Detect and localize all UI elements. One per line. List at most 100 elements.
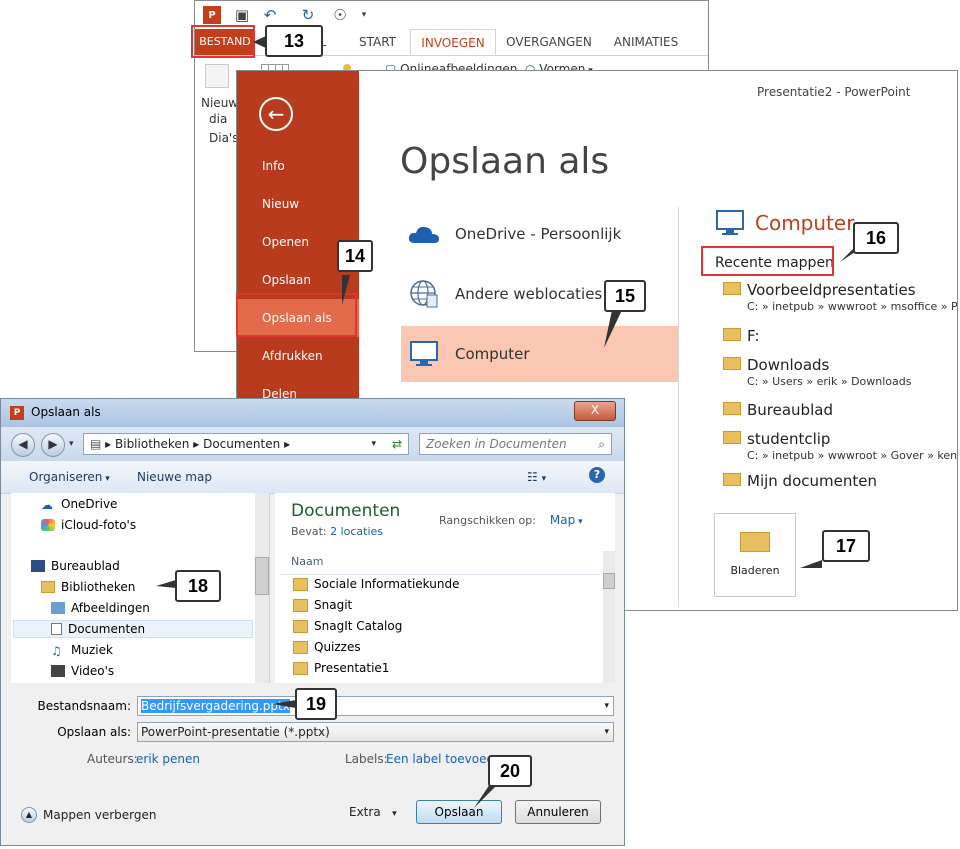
file-name: Snagit bbox=[314, 598, 353, 612]
extra-label: Extra bbox=[349, 805, 381, 819]
authors-value[interactable]: erik penen bbox=[136, 752, 200, 766]
recent-folder-item[interactable]: Downloads C: » Users » erik » Downloads bbox=[723, 356, 911, 388]
folder-icon bbox=[293, 619, 308, 633]
back-arrow-icon[interactable]: ◀ bbox=[11, 433, 35, 457]
tab-start[interactable]: START bbox=[350, 29, 405, 55]
search-icon: ⌕ bbox=[598, 437, 605, 451]
search-input[interactable]: Zoeken in Documenten ⌕ bbox=[419, 433, 612, 455]
extra-menu[interactable]: Extra ▾ bbox=[349, 805, 397, 819]
file-row[interactable]: Sociale Informatiekunde bbox=[293, 577, 459, 591]
cancel-button[interactable]: Annuleren bbox=[515, 800, 601, 824]
contains-label: Bevat: bbox=[291, 525, 327, 538]
sort-value[interactable]: Map bbox=[550, 513, 575, 527]
folder-icon bbox=[740, 532, 770, 552]
computer-title-icon bbox=[715, 209, 745, 237]
redo-icon[interactable]: ↻ bbox=[299, 6, 317, 24]
tab-invoegen[interactable]: INVOEGEN bbox=[410, 29, 496, 55]
tree-item-bibliotheken[interactable]: Bibliotheken bbox=[41, 580, 135, 594]
back-arrow-icon[interactable]: ← bbox=[259, 97, 293, 131]
file-list-pane: Documenten Bevat: 2 locaties Rangschikke… bbox=[275, 493, 615, 683]
hide-folders-toggle[interactable]: ▲ Mappen verbergen bbox=[21, 807, 157, 823]
sort-label: Rangschikken op: bbox=[439, 514, 536, 527]
refresh-icon[interactable]: ⇄ bbox=[392, 434, 402, 454]
new-slide-label-2[interactable]: dia bbox=[209, 112, 227, 126]
view-options-icon[interactable]: ☷ ▾ bbox=[527, 470, 546, 484]
file-row[interactable]: Snagit bbox=[293, 598, 352, 612]
breadcrumb-documenten[interactable]: Documenten bbox=[203, 437, 280, 451]
breadcrumb-bibliotheken[interactable]: Bibliotheken bbox=[115, 437, 189, 451]
tab-overgangen[interactable]: OVERGANGEN bbox=[501, 29, 597, 55]
customize-qat-icon[interactable]: ▾ bbox=[355, 6, 373, 24]
contains-link[interactable]: 2 locaties bbox=[330, 525, 383, 538]
recent-pages-chevron-icon[interactable]: ▾ bbox=[69, 439, 74, 449]
callout-18: 18 bbox=[175, 570, 221, 602]
authors-label: Auteurs: bbox=[87, 752, 138, 766]
address-dropdown-icon[interactable]: ▾ bbox=[371, 434, 376, 454]
folder-icon bbox=[723, 357, 741, 370]
file-list-scrollbar-thumb[interactable] bbox=[603, 573, 615, 589]
address-bar[interactable]: ▤ ▸ Bibliotheken ▸ Documenten ▸ ▾ ⇄ bbox=[83, 433, 409, 455]
tree-item-afbeeldingen[interactable]: Afbeeldingen bbox=[51, 601, 150, 615]
tab-animaties[interactable]: ANIMATIES bbox=[605, 29, 687, 55]
save-button[interactable]: Opslaan bbox=[416, 800, 502, 824]
file-row[interactable]: Presentatie1 bbox=[293, 661, 389, 675]
place-onedrive[interactable]: OneDrive - Persoonlijk bbox=[401, 206, 679, 262]
new-folder-button[interactable]: Nieuwe map bbox=[137, 470, 212, 484]
savetype-select[interactable]: PowerPoint-presentatie (*.pptx) ▾ bbox=[137, 722, 614, 742]
tree-item-onedrive[interactable]: ☁ OneDrive bbox=[41, 497, 117, 512]
browse-label: Bladeren bbox=[730, 564, 780, 577]
computer-icon bbox=[407, 337, 441, 371]
callout-19: 19 bbox=[295, 688, 337, 720]
document-icon bbox=[51, 623, 62, 635]
recent-folder-item[interactable]: Bureaublad bbox=[723, 401, 833, 419]
library-title: Documenten bbox=[291, 501, 401, 521]
backstage-nav-afdrukken[interactable]: Afdrukken bbox=[237, 337, 359, 375]
chevron-down-icon[interactable]: ▾ bbox=[604, 697, 609, 715]
callout-15: 15 bbox=[604, 280, 646, 312]
tree-label: Afbeeldingen bbox=[71, 601, 150, 615]
filename-input[interactable]: Bedrijfsvergadering.pptx ▾ bbox=[137, 696, 614, 716]
callout-20: 20 bbox=[488, 755, 532, 787]
start-slideshow-icon[interactable]: ☉ bbox=[331, 6, 349, 24]
forward-arrow-icon[interactable]: ▶ bbox=[41, 433, 65, 457]
dialog-toolbar: Organiseren ▾ Nieuwe map ☷ ▾ ? bbox=[1, 461, 624, 494]
powerpoint-logo-icon: P bbox=[203, 6, 221, 24]
highlight-recente-mappen bbox=[701, 246, 834, 276]
sort-control: Rangschikken op: Map ▾ bbox=[439, 513, 583, 527]
recent-folder-item[interactable]: studentclip C: » inetpub » wwwroot » Gove… bbox=[723, 430, 957, 462]
tree-item-icloud[interactable]: iCloud-foto's bbox=[41, 518, 136, 532]
recent-folder-name: Voorbeeldpresentaties bbox=[747, 281, 916, 299]
undo-icon[interactable]: ↶ bbox=[261, 6, 279, 24]
globe-icon bbox=[407, 277, 441, 311]
recent-folder-item[interactable]: Voorbeeldpresentaties C: » inetpub » wwwr… bbox=[723, 281, 957, 313]
folder-icon bbox=[723, 282, 741, 295]
new-slide-label-1[interactable]: Nieuw bbox=[201, 96, 238, 110]
chevron-down-icon: ▾ bbox=[604, 727, 609, 737]
help-icon[interactable]: ? bbox=[589, 467, 605, 483]
organize-button[interactable]: Organiseren ▾ bbox=[29, 470, 110, 484]
place-computer[interactable]: Computer bbox=[401, 326, 679, 382]
tree-item-videos[interactable]: Video's bbox=[51, 664, 114, 678]
backstage-nav-nieuw[interactable]: Nieuw bbox=[237, 185, 359, 223]
browse-button[interactable]: Bladeren bbox=[714, 513, 796, 597]
save-icon[interactable]: ▣ bbox=[233, 6, 251, 24]
file-row[interactable]: SnagIt Catalog bbox=[293, 619, 402, 633]
file-list-scrollbar[interactable] bbox=[603, 551, 615, 683]
tree-item-documenten[interactable]: Documenten bbox=[13, 620, 253, 638]
dialog-titlebar: P Opslaan als X bbox=[1, 399, 624, 427]
tree-item-bureaublad[interactable]: Bureaublad bbox=[31, 559, 120, 573]
recent-folder-name: Downloads bbox=[747, 356, 830, 374]
folder-icon bbox=[723, 431, 741, 444]
folder-icon bbox=[723, 473, 741, 486]
tree-item-muziek[interactable]: ♫ Muziek bbox=[51, 643, 113, 658]
tree-scrollbar-thumb[interactable] bbox=[255, 557, 269, 595]
file-row[interactable]: Quizzes bbox=[293, 640, 361, 654]
callout-14: 14 bbox=[337, 240, 373, 272]
dialog-navigation: ◀ ▶ ▾ ▤ ▸ Bibliotheken ▸ Documenten ▸ ▾ … bbox=[1, 427, 624, 461]
column-header-name[interactable]: Naam bbox=[281, 555, 601, 575]
recent-folder-item[interactable]: Mijn documenten bbox=[723, 472, 877, 490]
tree-scrollbar[interactable] bbox=[255, 493, 269, 683]
backstage-nav-info[interactable]: Info bbox=[237, 147, 359, 185]
recent-folder-item[interactable]: F: bbox=[723, 327, 760, 345]
close-button[interactable]: X bbox=[574, 401, 616, 421]
